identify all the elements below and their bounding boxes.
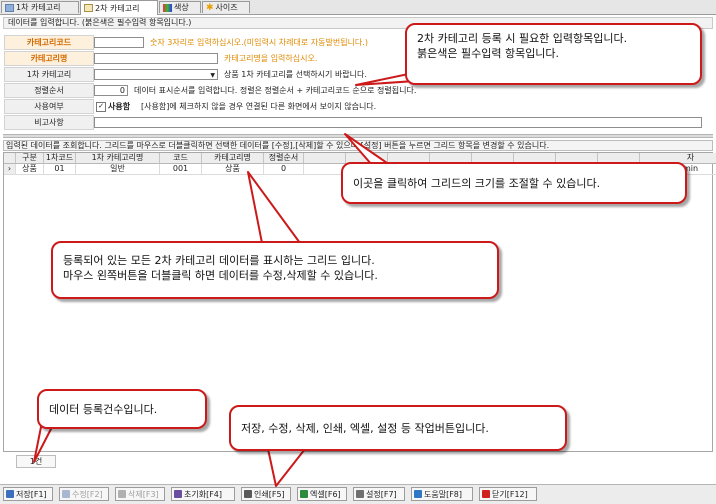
name-label: 카테고리명 <box>4 51 94 66</box>
order-hint: 데이터 표시순서를 입력합니다. 정렬은 정렬순서 + 카테고리코드 순으로 정… <box>134 86 417 95</box>
order-row: 정렬순서 0 데이터 표시순서를 입력합니다. 정렬은 정렬순서 + 카테고리코… <box>4 83 712 98</box>
button-label: 수정[F2] <box>72 489 103 499</box>
grid-cell[interactable]: 상품 <box>16 164 44 175</box>
name-hint: 카테고리명을 입력하십시오. <box>224 54 318 63</box>
save-button[interactable]: 저장[F1] <box>3 487 53 501</box>
button-label: 삭제[F3] <box>128 489 159 499</box>
remark-label: 비고사항 <box>4 115 94 130</box>
use-row: 사용여부 ✓ 사용함 [사용함]에 체크하지 않을 경우 연결된 다른 화면에서… <box>4 99 712 114</box>
callout-grid: 등록되어 있는 모든 2차 카테고리 데이터를 표시하는 그리드 입니다. 마우… <box>51 241 499 299</box>
code-input[interactable] <box>94 37 144 48</box>
grid-column-header[interactable] <box>304 153 346 164</box>
grid-resize-splitter[interactable] <box>3 134 713 138</box>
grid-column-header[interactable]: 코드 <box>160 153 202 164</box>
button-label: 인쇄[F5] <box>254 489 285 499</box>
button-label: 저장[F1] <box>16 489 47 499</box>
gear-icon <box>356 490 364 498</box>
button-label: 도움말[F8] <box>424 489 463 499</box>
chevron-down-icon[interactable]: ▼ <box>210 71 215 80</box>
parent-hint: 상품 1차 카테고리를 선택하시기 바랍니다. <box>224 70 367 79</box>
tab-label: 2차 카테고리 <box>95 3 140 13</box>
order-input[interactable]: 0 <box>94 85 128 96</box>
print-button[interactable]: 인쇄[F5] <box>241 487 291 501</box>
close-icon <box>482 490 490 498</box>
grid-column-header[interactable]: 구분 <box>16 153 44 164</box>
grid-corner-header <box>4 153 16 164</box>
code-hint: 숫자 3자리로 입력하십시오.(미입력시 차례대로 자동발번됩니다.) <box>150 38 368 47</box>
close-button[interactable]: 닫기[F12] <box>479 487 537 501</box>
tab-label: 1차 카테고리 <box>16 3 61 12</box>
grid-icon <box>5 3 14 12</box>
callout-grid-text: 등록되어 있는 모든 2차 카테고리 데이터를 표시하는 그리드 입니다. 마우… <box>63 254 378 282</box>
callout-buttons: 저장, 수정, 삭제, 인쇄, 엑셀, 설정 등 작업버튼입니다. <box>229 405 567 451</box>
button-label: 설정[F7] <box>366 489 397 499</box>
order-label: 정렬순서 <box>4 83 94 98</box>
grid-column-header[interactable]: 1차 카테고리명 <box>76 153 160 164</box>
reset-icon <box>174 490 182 498</box>
tab-category-2[interactable]: 2차 카테고리 <box>80 0 158 15</box>
callout-resize-text: 이곳을 클릭하여 그리드의 크기를 조절할 수 있습니다. <box>353 176 601 190</box>
action-toolbar: 저장[F1] 수정[F2] 삭제[F3] 초기화[F4] 인쇄[F5] 엑셀[F6] 설정[… <box>0 484 716 504</box>
delete-button[interactable]: 삭제[F3] <box>115 487 165 501</box>
grid-column-header[interactable]: 정렬순서 <box>264 153 304 164</box>
edit-icon <box>62 490 70 498</box>
remark-input[interactable] <box>94 117 702 128</box>
grid-cell[interactable] <box>304 164 346 175</box>
callout-form: 2차 카테고리 등록 시 필요한 입력항목입니다. 붉은색은 필수입력 항목입니… <box>405 23 702 85</box>
code-label: 카테고리코드 <box>4 35 94 50</box>
button-label: 엑셀[F6] <box>310 489 341 499</box>
callout-form-text: 2차 카테고리 등록 시 필요한 입력항목입니다. 붉은색은 필수입력 항목입니… <box>417 32 628 60</box>
grid-info-bar: 입력된 데이터를 조회합니다. 그리드를 마우스로 더블클릭하면 선택한 데이터… <box>3 140 713 151</box>
parent-label: 1차 카테고리 <box>4 67 94 82</box>
excel-button[interactable]: 엑셀[F6] <box>297 487 347 501</box>
tab-bar: 1차 카테고리 2차 카테고리 색상 ✱ 사이즈 <box>0 0 716 15</box>
tab-label: 사이즈 <box>215 3 238 12</box>
tab-size[interactable]: ✱ 사이즈 <box>202 1 250 13</box>
callout-buttons-text: 저장, 수정, 삭제, 인쇄, 엑셀, 설정 등 작업버튼입니다. <box>241 421 489 435</box>
callout-tail-buttons <box>267 448 306 487</box>
grid-cell[interactable]: 상품 <box>202 164 264 175</box>
tab-label: 색상 <box>174 3 189 12</box>
grid-cell[interactable]: 일반 <box>76 164 160 175</box>
callout-count: 데이터 등록건수입니다. <box>37 389 207 429</box>
use-label: 사용여부 <box>4 99 94 114</box>
name-input[interactable] <box>94 53 218 64</box>
tab-color[interactable]: 색상 <box>159 1 201 13</box>
use-checkbox[interactable]: ✓ <box>96 102 106 112</box>
callout-count-text: 데이터 등록건수입니다. <box>49 402 158 416</box>
print-icon <box>244 490 252 498</box>
button-label: 닫기[F12] <box>492 489 528 499</box>
document-icon <box>84 4 93 12</box>
excel-icon <box>300 490 308 498</box>
record-count: 1건 <box>16 455 56 468</box>
tab-category-1[interactable]: 1차 카테고리 <box>1 1 79 13</box>
grid-cell[interactable]: 001 <box>160 164 202 175</box>
remark-row: 비고사항 <box>4 115 712 130</box>
grid-cell[interactable]: 0 <box>264 164 304 175</box>
use-checkbox-label[interactable]: 사용함 <box>108 101 130 112</box>
row-selector-icon[interactable]: › <box>4 164 16 175</box>
delete-icon <box>118 490 126 498</box>
grid-column-header[interactable]: 카테고리명 <box>202 153 264 164</box>
reset-button[interactable]: 초기화[F4] <box>171 487 235 501</box>
save-icon <box>6 490 14 498</box>
button-label: 초기화[F4] <box>184 489 223 499</box>
callout-resize: 이곳을 클릭하여 그리드의 크기를 조절할 수 있습니다. <box>341 162 687 204</box>
star-icon: ✱ <box>206 2 214 13</box>
help-icon <box>414 490 422 498</box>
parent-select[interactable]: ▼ <box>94 69 218 80</box>
gear-button[interactable]: 설정[F7] <box>353 487 405 501</box>
edit-button[interactable]: 수정[F2] <box>59 487 109 501</box>
help-button[interactable]: 도움말[F8] <box>411 487 473 501</box>
grid-column-header[interactable]: 1차코드 <box>44 153 76 164</box>
grid-cell[interactable]: 01 <box>44 164 76 175</box>
palette-icon <box>163 3 172 12</box>
use-hint: [사용함]에 체크하지 않을 경우 연결된 다른 화면에서 보이지 않습니다. <box>141 102 377 111</box>
